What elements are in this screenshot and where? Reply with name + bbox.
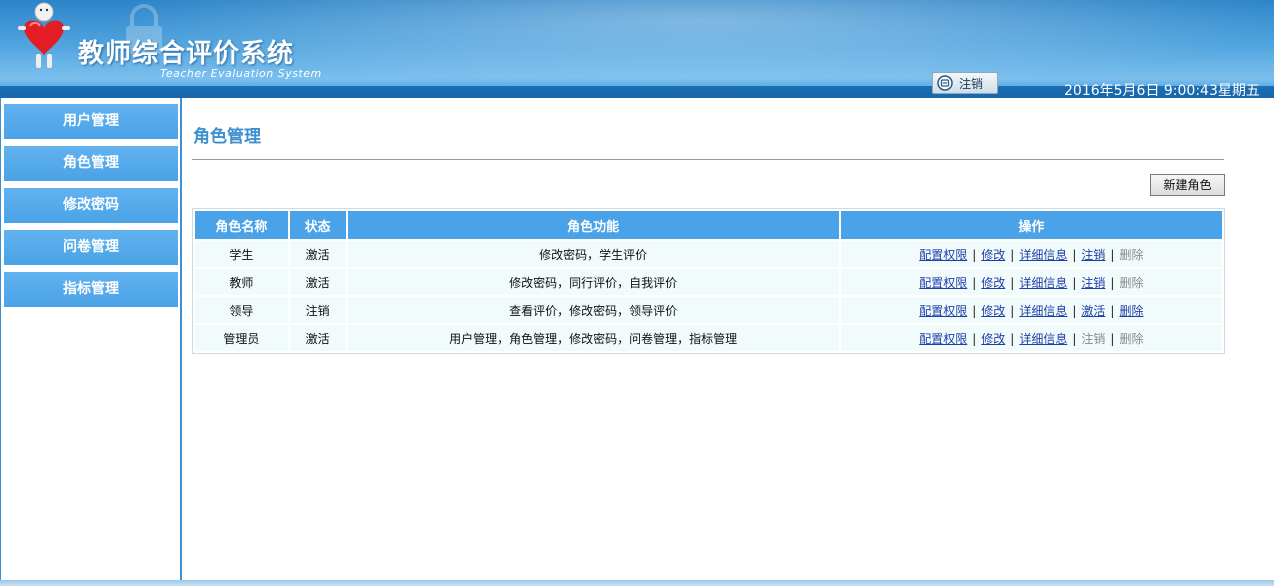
edit-link[interactable]: 修改 bbox=[981, 276, 1005, 290]
configure-permissions-link[interactable]: 配置权限 bbox=[919, 304, 967, 318]
table-header-row: 角色名称 状态 角色功能 操作 bbox=[195, 211, 1222, 239]
column-header-role-functions: 角色功能 bbox=[347, 211, 841, 239]
cell-operations: 配置权限 | 修改 | 详细信息 | 注销 | 删除 bbox=[840, 323, 1222, 351]
details-link[interactable]: 详细信息 bbox=[1019, 276, 1067, 290]
delete-disabled: 删除 bbox=[1119, 331, 1144, 346]
mascot-logo-icon bbox=[18, 2, 70, 68]
column-header-operations: 操作 bbox=[840, 211, 1222, 239]
sidebar-item-user-management[interactable]: 用户管理 bbox=[4, 104, 178, 139]
separator: | bbox=[1072, 303, 1077, 318]
edit-link[interactable]: 修改 bbox=[981, 304, 1005, 318]
cell-status: 激活 bbox=[289, 239, 348, 267]
separator: | bbox=[1110, 303, 1115, 318]
configure-permissions-link[interactable]: 配置权限 bbox=[919, 276, 967, 290]
cell-operations: 配置权限 | 修改 | 详细信息 | 注销 | 删除 bbox=[840, 239, 1222, 267]
cell-operations: 配置权限 | 修改 | 详细信息 | 激活 | 删除 bbox=[840, 295, 1222, 323]
separator: | bbox=[1010, 303, 1015, 318]
cell-status: 注销 bbox=[289, 295, 348, 323]
toggle-status-link[interactable]: 注销 bbox=[1081, 248, 1105, 262]
toggle-status-link[interactable]: 注销 bbox=[1081, 276, 1105, 290]
separator: | bbox=[972, 275, 977, 290]
cell-status: 激活 bbox=[289, 323, 348, 351]
app-title: 教师综合评价系统 bbox=[78, 39, 295, 69]
cell-role-functions: 修改密码，学生评价 bbox=[347, 239, 841, 267]
separator: | bbox=[1010, 331, 1015, 346]
edit-link[interactable]: 修改 bbox=[981, 248, 1005, 262]
sidebar-item-questionnaire-management[interactable]: 问卷管理 bbox=[4, 230, 178, 265]
cell-operations: 配置权限 | 修改 | 详细信息 | 注销 | 删除 bbox=[840, 267, 1222, 295]
separator: | bbox=[1010, 247, 1015, 262]
details-link[interactable]: 详细信息 bbox=[1019, 248, 1067, 262]
separator: | bbox=[1110, 247, 1115, 262]
sidebar-item-indicator-management[interactable]: 指标管理 bbox=[4, 272, 178, 307]
cell-role-name: 领导 bbox=[195, 295, 290, 323]
cell-role-functions: 修改密码，同行评价，自我评价 bbox=[347, 267, 841, 295]
details-link[interactable]: 详细信息 bbox=[1019, 304, 1067, 318]
table-row: 管理员 激活 用户管理，角色管理，修改密码，问卷管理，指标管理 配置权限 | 修改 | 详细信… bbox=[195, 323, 1222, 351]
separator: | bbox=[1110, 275, 1115, 290]
logout-label: 注销 bbox=[959, 76, 984, 91]
delete-link[interactable]: 删除 bbox=[1119, 304, 1143, 318]
sidebar-item-change-password[interactable]: 修改密码 bbox=[4, 188, 178, 223]
logout-icon bbox=[937, 75, 953, 91]
cell-role-functions: 查看评价，修改密码，领导评价 bbox=[347, 295, 841, 323]
separator: | bbox=[972, 247, 977, 262]
table-row: 教师 激活 修改密码，同行评价，自我评价 配置权限 | 修改 | 详细信息 | 注销 | 删除 bbox=[195, 267, 1222, 295]
role-table: 角色名称 状态 角色功能 操作 学生 激活 修改密码，学生评价 配置权限 | 修改 | 详细信… bbox=[192, 208, 1225, 354]
table-row: 领导 注销 查看评价，修改密码，领导评价 配置权限 | 修改 | 详细信息 | 激活 | 删除 bbox=[195, 295, 1222, 323]
separator: | bbox=[1072, 247, 1077, 262]
separator: | bbox=[1072, 331, 1077, 346]
toggle-status-link[interactable]: 激活 bbox=[1081, 304, 1105, 318]
cell-role-functions: 用户管理，角色管理，修改密码，问卷管理，指标管理 bbox=[347, 323, 841, 351]
delete-disabled: 删除 bbox=[1119, 247, 1144, 262]
separator: | bbox=[1110, 331, 1115, 346]
footer-bar bbox=[0, 580, 1274, 586]
app-header: 教师综合评价系统 Teacher Evaluation System 注销 20… bbox=[0, 0, 1274, 98]
configure-permissions-link[interactable]: 配置权限 bbox=[919, 248, 967, 262]
details-link[interactable]: 详细信息 bbox=[1019, 332, 1067, 346]
separator: | bbox=[972, 303, 977, 318]
app-subtitle: Teacher Evaluation System bbox=[160, 67, 322, 80]
page-title: 角色管理 bbox=[193, 127, 261, 147]
main-content: 角色管理 新建角色 角色名称 状态 角色功能 操作 学生 激活 修改密码，学生评价配… bbox=[184, 98, 1274, 582]
title-divider bbox=[192, 159, 1224, 160]
delete-disabled: 删除 bbox=[1119, 275, 1144, 290]
logout-button[interactable]: 注销 bbox=[932, 72, 998, 94]
edit-link[interactable]: 修改 bbox=[981, 332, 1005, 346]
cell-role-name: 管理员 bbox=[195, 323, 290, 351]
cell-status: 激活 bbox=[289, 267, 348, 295]
separator: | bbox=[1072, 275, 1077, 290]
sidebar-item-role-management[interactable]: 角色管理 bbox=[4, 146, 178, 181]
toggle-status-disabled: 注销 bbox=[1081, 331, 1106, 346]
table-row: 学生 激活 修改密码，学生评价 配置权限 | 修改 | 详细信息 | 注销 | 删除 bbox=[195, 239, 1222, 267]
cell-role-name: 教师 bbox=[195, 267, 290, 295]
new-role-button[interactable]: 新建角色 bbox=[1150, 174, 1225, 196]
datetime-display: 2016年5月6日 9:00:43星期五 bbox=[1064, 83, 1260, 98]
sidebar: 用户管理 角色管理 修改密码 问卷管理 指标管理 bbox=[0, 98, 182, 582]
column-header-role-name: 角色名称 bbox=[195, 211, 290, 239]
separator: | bbox=[972, 331, 977, 346]
column-header-status: 状态 bbox=[289, 211, 348, 239]
configure-permissions-link[interactable]: 配置权限 bbox=[919, 332, 967, 346]
separator: | bbox=[1010, 275, 1015, 290]
cell-role-name: 学生 bbox=[195, 239, 290, 267]
